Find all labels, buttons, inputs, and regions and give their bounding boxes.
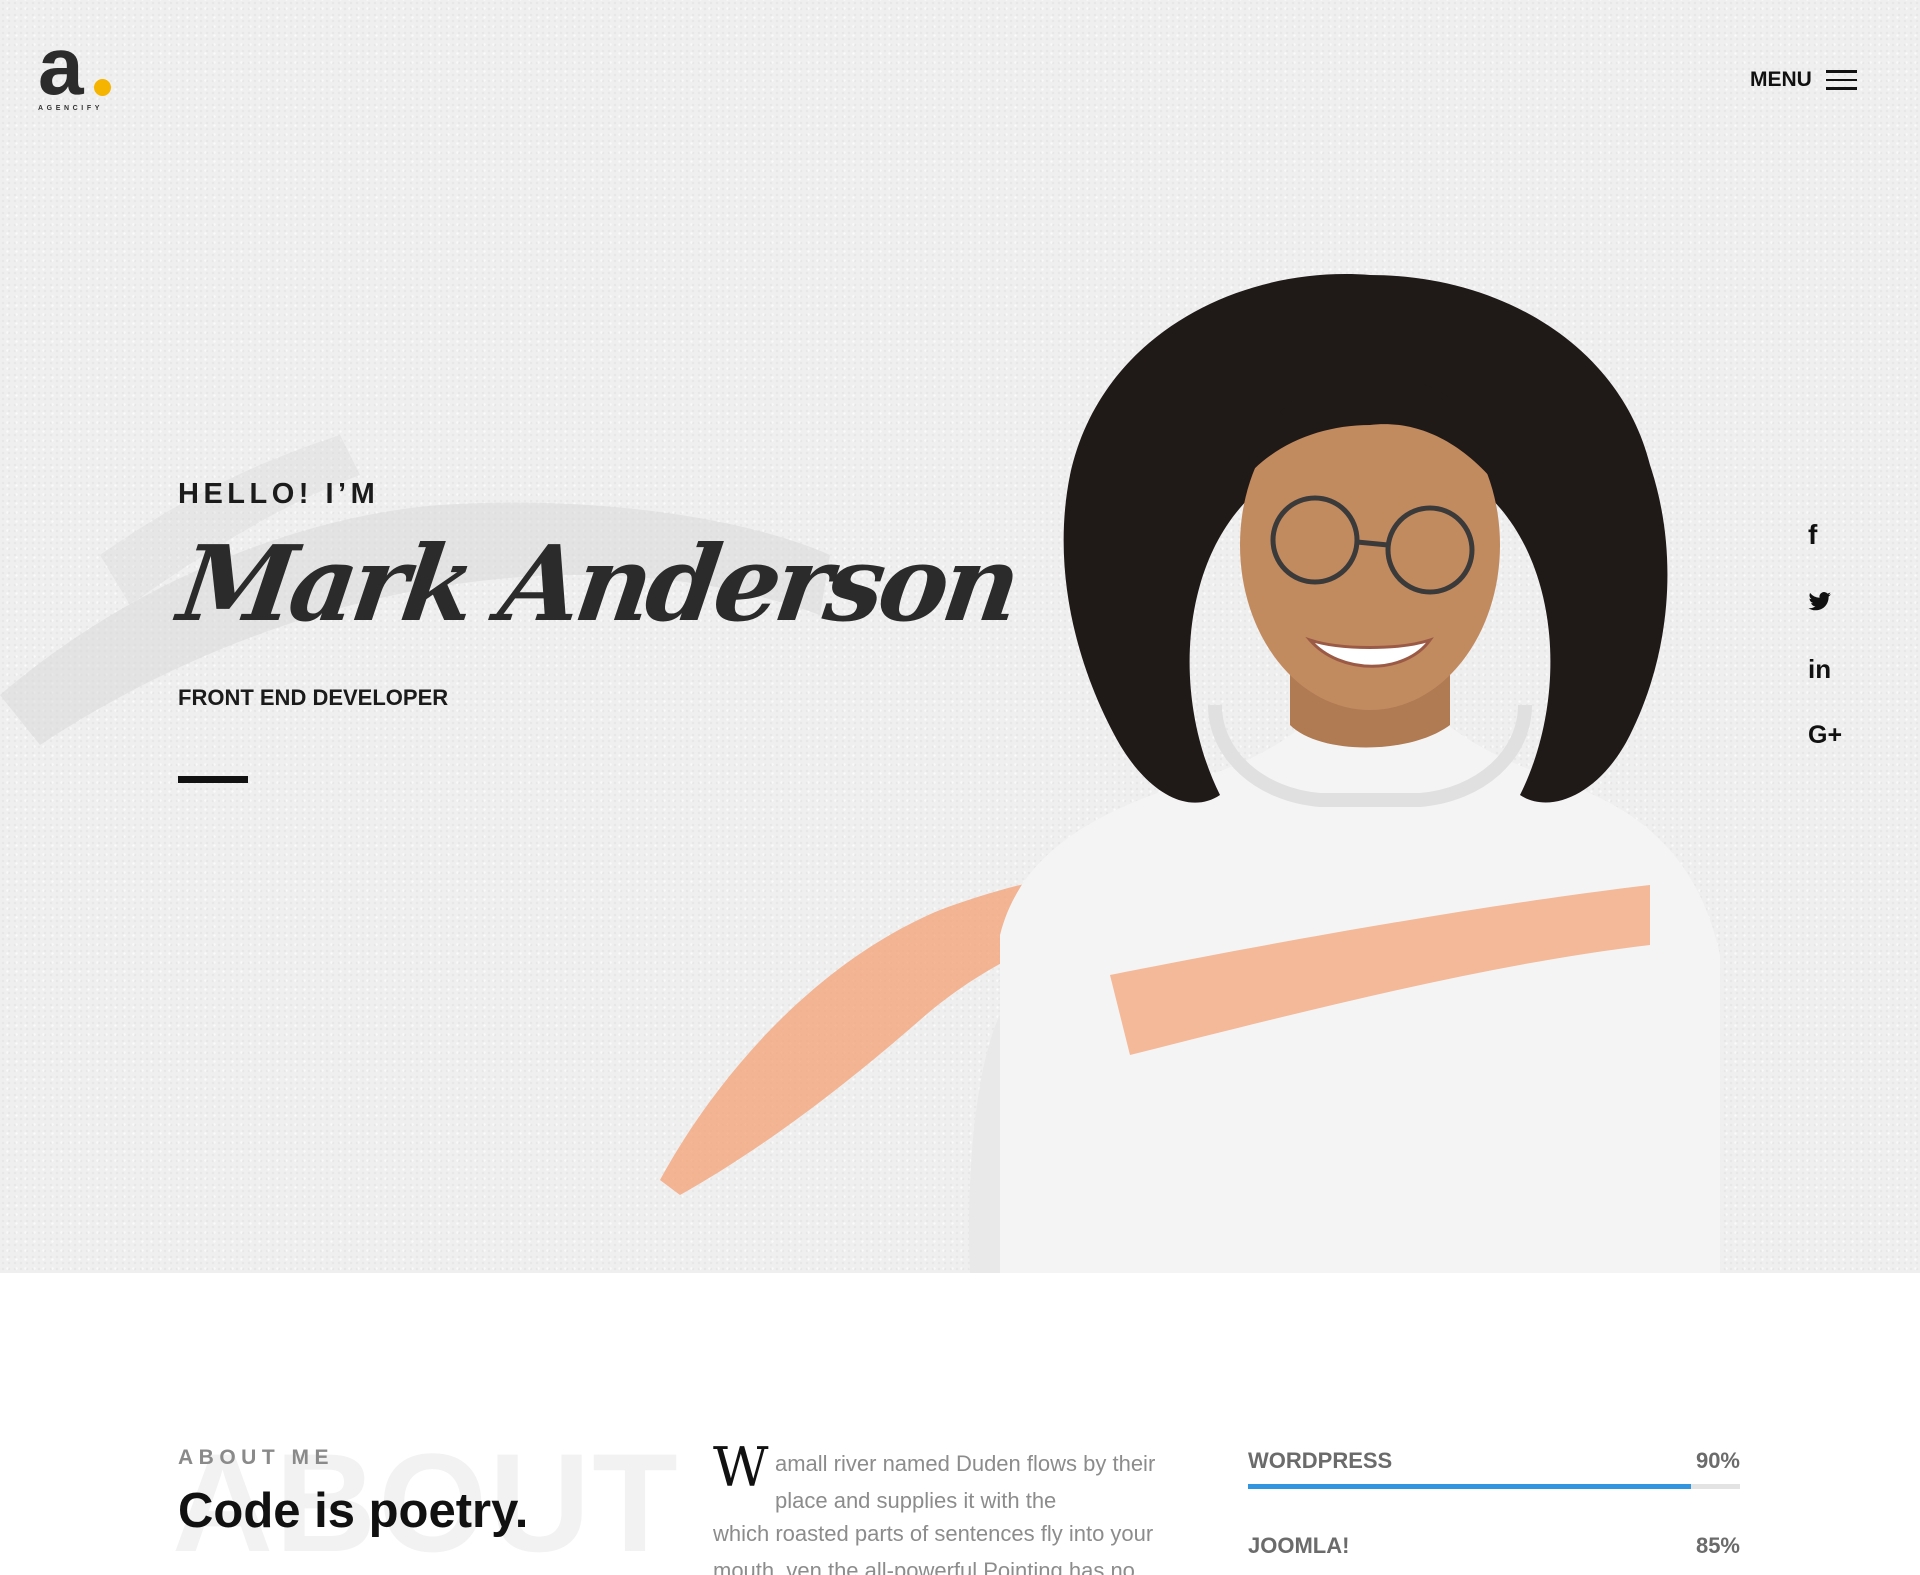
- facebook-icon: f: [1808, 519, 1818, 550]
- hero-section: a AGENCIFY MENU HELLO! I’M Mark Anderson…: [0, 0, 1920, 1273]
- skill-percent: 90%: [1695, 1448, 1740, 1473]
- about-section: ABOUT ABOUT ME Code is poetry. W amall r…: [0, 1273, 1920, 1575]
- menu-label: MENU: [1750, 68, 1812, 91]
- twitter-icon: [1808, 592, 1831, 611]
- about-heading: Code is poetry.: [178, 1484, 529, 1538]
- google-plus-link[interactable]: G+: [1808, 715, 1864, 755]
- linkedin-link[interactable]: in: [1808, 649, 1864, 689]
- facebook-link[interactable]: f: [1808, 515, 1864, 555]
- hero-divider: [178, 776, 248, 783]
- skill-progress-fill: [1248, 1484, 1691, 1489]
- about-paragraph-bottom: which roasted parts of sentences fly int…: [713, 1521, 1154, 1575]
- linkedin-icon: in: [1808, 653, 1832, 684]
- about-paragraph-top: amall river named Duden flows by their p…: [775, 1451, 1156, 1513]
- twitter-link[interactable]: [1808, 582, 1864, 622]
- hero-role: FRONT END DEVELOPER: [178, 685, 449, 710]
- skill-name: WORDPRESS: [1248, 1448, 1393, 1473]
- hamburger-icon: [1825, 70, 1857, 90]
- about-kicker: ABOUT ME: [178, 1446, 334, 1469]
- portrait-photo: [969, 274, 1720, 1273]
- google-plus-icon: G+: [1808, 720, 1843, 749]
- hero-greeting: HELLO! I’M: [178, 478, 380, 510]
- menu-button[interactable]: MENU: [1750, 62, 1857, 98]
- skill-percent: 85%: [1695, 1533, 1740, 1558]
- about-dropcap: W: [713, 1436, 769, 1499]
- logo-dot: [94, 79, 111, 96]
- skill-progress-track: [1248, 1484, 1740, 1489]
- hero-name: Mark Anderson: [172, 522, 1024, 645]
- logo-subtitle: AGENCIFY: [38, 105, 103, 112]
- agencify-logo[interactable]: a AGENCIFY: [38, 26, 116, 116]
- logo-letter: a: [38, 21, 84, 112]
- skill-name: JOOMLA!: [1248, 1533, 1350, 1558]
